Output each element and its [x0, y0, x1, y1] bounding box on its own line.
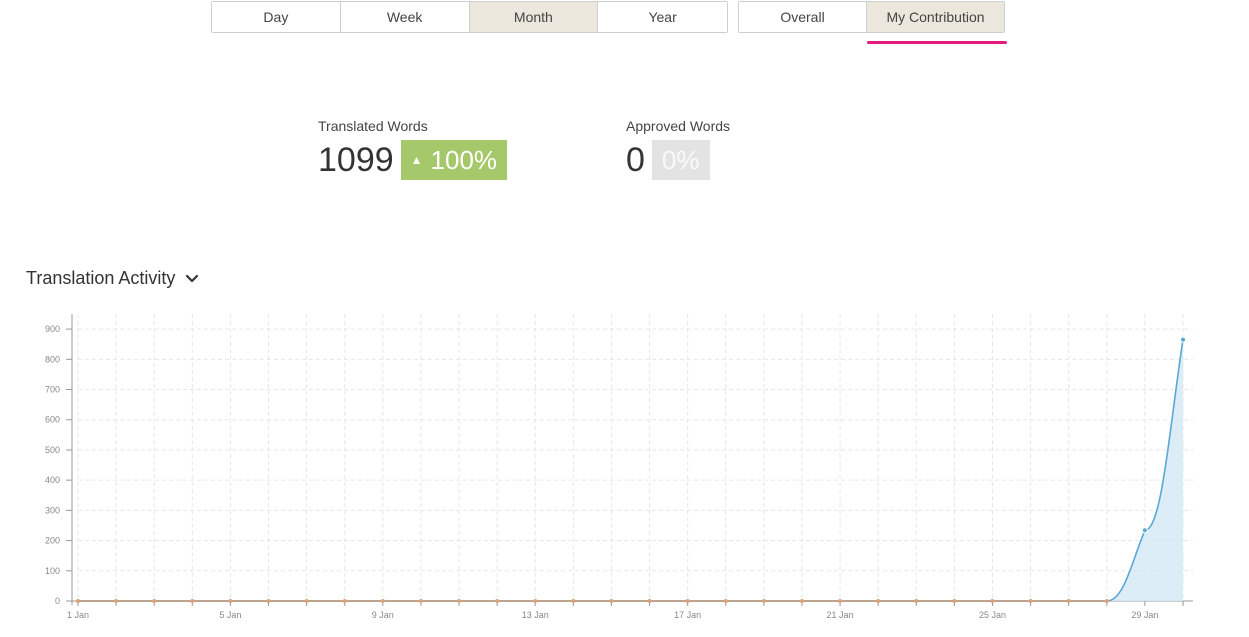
data-point — [1179, 336, 1187, 343]
tab-week[interactable]: Week — [340, 2, 470, 32]
tab-day[interactable]: Day — [212, 2, 341, 32]
arrow-up-icon: ▲ — [410, 153, 423, 167]
active-tab-indicator — [867, 41, 1007, 44]
data-point — [685, 599, 690, 603]
data-point — [914, 599, 919, 603]
translation-activity-toggle[interactable]: Translation Activity — [26, 268, 199, 289]
tab-my-contribution[interactable]: My Contribution — [867, 2, 1004, 32]
x-tick-label: 25 Jan — [979, 610, 1006, 620]
tab-overall[interactable]: Overall — [739, 2, 868, 32]
tab-year[interactable]: Year — [598, 2, 727, 32]
data-point — [533, 599, 538, 603]
y-tick-label: 500 — [45, 445, 60, 455]
y-tick-label: 400 — [45, 475, 60, 485]
data-point — [761, 599, 766, 603]
approved-words-value: 0 — [626, 140, 645, 179]
x-tick-label: 5 Jan — [219, 610, 241, 620]
data-point — [799, 599, 804, 603]
data-point — [495, 599, 500, 603]
data-point — [990, 599, 995, 603]
data-point — [1066, 599, 1071, 603]
x-tick-label: 1 Jan — [67, 610, 89, 620]
y-tick-label: 800 — [45, 354, 60, 364]
y-tick-label: 300 — [45, 505, 60, 515]
data-point — [152, 599, 157, 603]
translated-words-label: Translated Words — [318, 118, 428, 134]
data-point — [838, 599, 843, 603]
tab-month[interactable]: Month — [469, 2, 599, 32]
y-tick-label: 100 — [45, 566, 60, 576]
approved-change-value: 0% — [661, 144, 700, 175]
data-point — [114, 599, 119, 603]
data-point — [266, 599, 271, 603]
x-tick-label: 13 Jan — [522, 610, 549, 620]
series-line — [78, 339, 1184, 602]
data-point — [304, 599, 309, 603]
translation-activity-chart: 0 100 200 300 400 500 600 700 800 900 1 Jan 5 Jan 9 … — [45, 314, 1193, 620]
approved-words-stat: Approved Words 0 0% — [626, 118, 730, 180]
translated-words-value: 1099 — [318, 140, 394, 179]
data-point — [876, 599, 881, 603]
y-tick-label: 900 — [45, 324, 60, 334]
data-point — [723, 599, 728, 603]
y-tick-label: 600 — [45, 415, 60, 425]
data-point — [228, 599, 233, 603]
data-point — [457, 599, 462, 603]
data-point — [1141, 527, 1148, 534]
data-point — [76, 599, 80, 603]
data-point — [647, 599, 652, 603]
section-title: Translation Activity — [26, 268, 176, 288]
x-tick-label: 29 Jan — [1131, 610, 1158, 620]
period-selector: Day Week Month Year — [211, 1, 728, 33]
approved-change-badge: 0% — [651, 140, 710, 180]
series-area — [78, 339, 1183, 601]
y-tick-label: 700 — [45, 385, 60, 395]
data-point — [952, 599, 957, 603]
data-point — [190, 599, 195, 603]
approved-words-label: Approved Words — [626, 118, 731, 134]
x-tick-label: 21 Jan — [827, 610, 854, 620]
chevron-down-icon — [186, 274, 199, 282]
data-point — [1028, 599, 1033, 603]
scope-selector: Overall My Contribution — [738, 1, 1005, 33]
y-tick-label: 0 — [55, 596, 60, 606]
translated-change-badge: ▲ 100% — [400, 140, 508, 180]
translated-words-stat: Translated Words 1099 ▲ 100% — [318, 118, 508, 180]
translated-change-value: 100% — [430, 144, 498, 175]
data-point — [609, 599, 614, 603]
data-point — [380, 599, 385, 603]
x-tick-label: 9 Jan — [372, 610, 394, 620]
data-point — [571, 599, 576, 603]
x-tick-label: 17 Jan — [674, 610, 701, 620]
data-point — [1104, 599, 1109, 603]
y-tick-label: 200 — [45, 536, 60, 546]
data-point — [418, 599, 423, 603]
data-point — [342, 599, 347, 603]
